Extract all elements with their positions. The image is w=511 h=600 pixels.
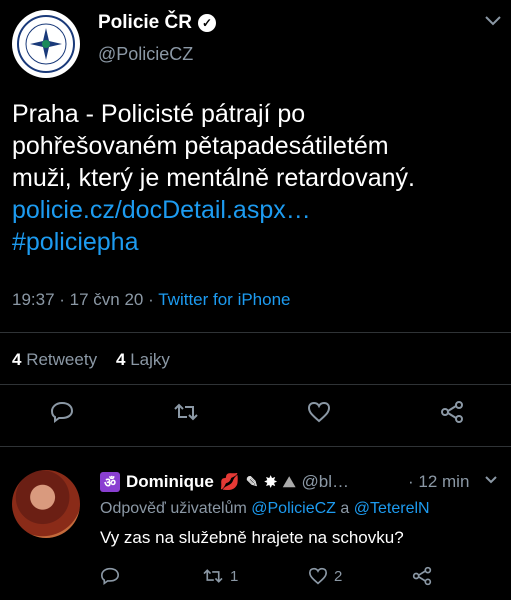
police-avatar[interactable]	[12, 10, 80, 78]
reply-avatar[interactable]	[12, 470, 80, 538]
reply-author-name[interactable]: Dominique	[126, 472, 214, 492]
mountain-emoji-icon: ⛰	[282, 473, 296, 491]
replying-user-2[interactable]: @TeterelN	[354, 500, 430, 517]
divider	[0, 332, 511, 333]
tweet-actions	[0, 392, 511, 432]
reply-time-value: 12 min	[418, 472, 470, 491]
reply-actions: 1 2	[100, 562, 500, 590]
replying-user-1[interactable]: @PolicieCZ	[251, 500, 336, 517]
tweet-date[interactable]: 17 čvn 20	[70, 290, 144, 309]
verified-icon: ✓	[197, 14, 216, 32]
tweet-link[interactable]: policie.cz/docDetail.aspx…	[12, 194, 497, 226]
tweet-line-2: pohřešovaném pětapadesátiletém	[12, 132, 389, 160]
reply-retweet-count: 1	[230, 567, 239, 585]
reply-time[interactable]: · 12 min	[408, 472, 469, 492]
om-emoji-icon: ॐ	[100, 472, 120, 492]
explosion-emoji-icon: ✸	[264, 474, 277, 491]
likes-stat[interactable]: 4 Lajky	[116, 350, 170, 369]
chevron-down-icon[interactable]	[484, 472, 498, 488]
replying-to: Odpověď uživatelům @PolicieCZ a @Teterel…	[100, 500, 430, 518]
account-name-row[interactable]: Policie ČR ✓	[98, 12, 216, 34]
retweets-stat[interactable]: 4 Retweety	[12, 350, 97, 369]
heart-icon[interactable]	[299, 392, 339, 432]
tweet-time[interactable]: 19:37	[12, 290, 55, 309]
likes-count: 4	[115, 350, 126, 369]
share-icon[interactable]	[432, 392, 472, 432]
share-icon[interactable]	[412, 562, 432, 590]
pen-emoji-icon: ✎	[245, 474, 259, 491]
reply-like-button[interactable]: 2	[308, 562, 342, 590]
lips-emoji-icon: 💋	[219, 474, 240, 491]
divider	[0, 446, 511, 447]
divider	[0, 384, 511, 385]
account-handle[interactable]: @PolicieCZ	[98, 44, 193, 65]
tweet-line-3: muži, který je mentálně retardovaný.	[12, 164, 415, 192]
chevron-down-icon[interactable]	[484, 14, 502, 32]
account-name[interactable]: Policie ČR	[98, 12, 192, 34]
reply-time-sep: ·	[408, 472, 419, 491]
tweet-source[interactable]: Twitter for iPhone	[158, 290, 290, 309]
tweet-line-1: Praha - Policisté pátrají po	[12, 100, 306, 128]
reply-author-handle[interactable]: @bl…	[302, 472, 350, 492]
replying-and: a	[340, 500, 350, 517]
reply-icon[interactable]	[100, 562, 120, 590]
reply-text: Vy zas na služebně hrajete na schovku?	[100, 528, 404, 547]
tweet-text: Praha - Policisté pátrají po pohřešované…	[12, 98, 497, 258]
tweet-meta: 19:37 · 17 čvn 20 · Twitter for iPhone	[12, 290, 291, 309]
retweets-label: Retweety	[26, 350, 98, 369]
reply-like-count: 2	[334, 567, 343, 585]
tweet-stats: 4 Retweety 4 Lajky	[12, 350, 170, 370]
police-badge-logo	[17, 15, 75, 73]
likes-label: Lajky	[130, 350, 170, 369]
reply-icon[interactable]	[42, 392, 82, 432]
replying-prefix: Odpověď uživatelům	[100, 500, 247, 517]
tweet-hashtag[interactable]: #policiepha	[12, 226, 497, 258]
heart-icon	[308, 567, 328, 585]
reply-retweet-button[interactable]: 1	[202, 562, 238, 590]
retweet-icon	[203, 569, 223, 583]
retweets-count: 4	[12, 350, 22, 369]
retweet-icon[interactable]	[166, 392, 206, 432]
reply-header: ॐ Dominique 💋 ✎ ✸ ⛰ @bl…	[100, 472, 349, 492]
